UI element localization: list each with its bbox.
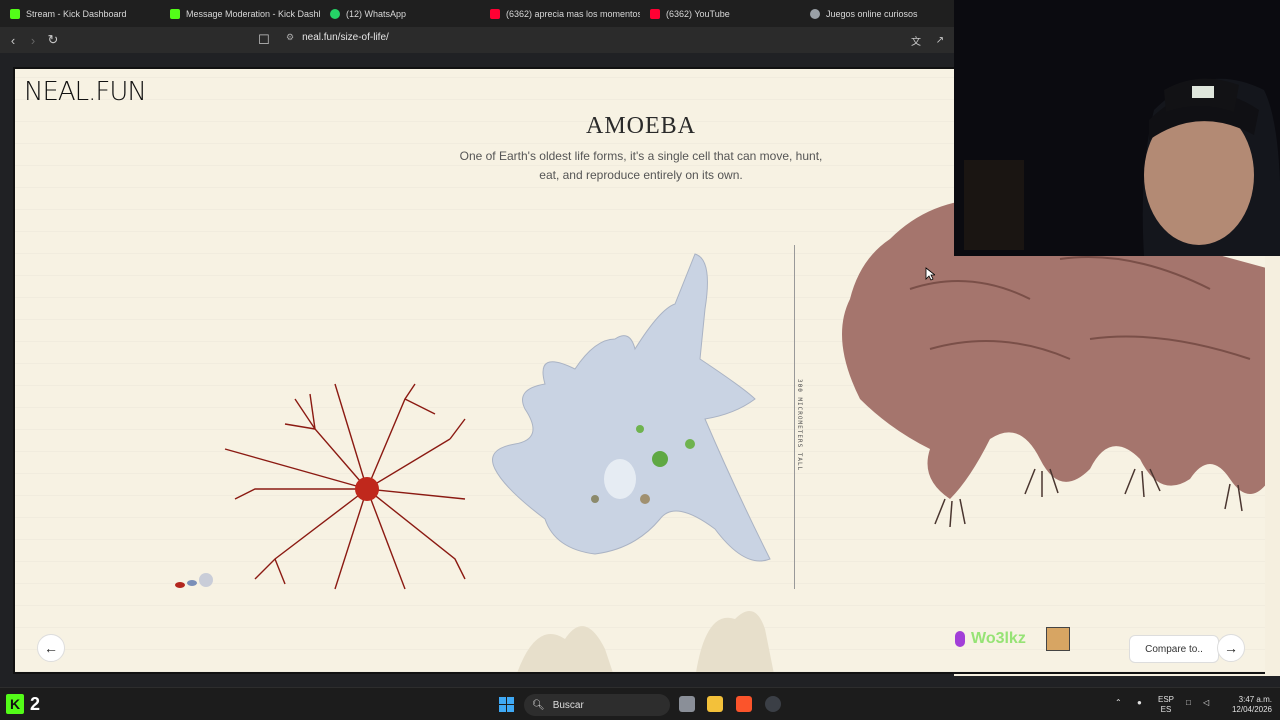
site-logo[interactable]: NEAL.FUN — [24, 77, 147, 107]
taskbar-search[interactable]: 🔍︎ Buscar — [524, 694, 670, 716]
youtube-icon — [650, 8, 660, 19]
tab-whatsapp[interactable]: (12) WhatsApp — [320, 0, 480, 27]
windows-start-icon[interactable] — [499, 697, 514, 712]
microphone-icon — [955, 631, 965, 647]
show-hidden-icons-icon[interactable]: ⌃ — [1115, 698, 1122, 708]
avatar — [1045, 627, 1070, 651]
clock[interactable]: 3:47 a.m. 12/04/2026 — [1222, 695, 1272, 715]
tab-stream-dashboard[interactable]: Stream - Kick Dashboard — [0, 0, 160, 27]
webcam-feed — [954, 0, 1280, 256]
compare-to-button[interactable]: Compare to.. — [1129, 635, 1219, 663]
previous-button[interactable]: ← — [37, 634, 65, 662]
file-explorer-icon[interactable] — [707, 696, 723, 712]
address-bar: ‹ › ↻ ☐ ⚙ neal.fun/size-of-life/ 文 ↗ — [0, 27, 954, 53]
organism-description: One of Earth's oldest life forms, it's a… — [459, 149, 823, 182]
app-icon[interactable] — [765, 696, 781, 712]
os-taskbar: K 2 🔍︎ Buscar ⌃ ● ESP ES □ ◁ 3:47 a.m. 1… — [0, 687, 1280, 720]
arrow-right-icon: → — [1224, 640, 1238, 656]
background-silhouettes — [517, 611, 774, 672]
search-icon: 🔍︎ — [532, 699, 545, 711]
microphone-tray-icon[interactable]: ● — [1137, 698, 1142, 708]
reload-icon[interactable]: ↻ — [43, 30, 63, 50]
scale-label: 300 MICROMETERS TALL — [796, 379, 803, 472]
tab-youtube[interactable]: (6362) YouTube — [640, 0, 800, 27]
webcam-person-image — [954, 0, 1280, 256]
url-field[interactable]: ⚙ neal.fun/size-of-life/ — [286, 32, 389, 43]
tiny-cells-illustration — [175, 573, 213, 588]
tab-juegos-online[interactable]: Juegos online curiosos — [800, 0, 950, 27]
whatsapp-icon — [330, 8, 340, 19]
tab-youtube-video[interactable]: (6362) aprecia mas los momentos n — [480, 0, 640, 27]
network-icon[interactable]: □ — [1186, 698, 1191, 708]
share-icon[interactable]: ↗ — [930, 30, 950, 50]
translate-icon[interactable]: 文 — [906, 30, 926, 50]
back-icon[interactable]: ‹ — [3, 30, 23, 50]
next-button[interactable]: → — [1217, 634, 1245, 662]
tab-message-moderation[interactable]: Message Moderation - Kick Dashbo — [160, 0, 320, 27]
scale-line — [794, 245, 795, 589]
task-view-icon[interactable] — [679, 696, 695, 712]
amoeba-illustration — [492, 253, 771, 562]
forward-icon[interactable]: › — [23, 30, 43, 50]
mouse-cursor-icon — [925, 267, 935, 281]
site-info-icon[interactable]: ⚙ — [286, 32, 294, 43]
youtube-icon — [490, 8, 500, 19]
stream-overlay: Wo3lkz — [955, 627, 1070, 651]
brave-browser-icon[interactable] — [736, 696, 752, 712]
neuron-illustration — [224, 383, 466, 590]
kick-icon[interactable]: K — [6, 694, 24, 714]
arrow-left-icon: ← — [44, 640, 58, 656]
kick-icon — [10, 8, 20, 19]
bookmark-icon[interactable]: ☐ — [254, 30, 274, 50]
kick-icon — [170, 8, 180, 19]
overlay-username: Wo3lkz — [971, 630, 1026, 647]
kick-count: 2 — [30, 694, 41, 714]
language-indicator[interactable]: ESP ES — [1158, 695, 1174, 715]
globe-icon — [810, 8, 820, 19]
volume-icon[interactable]: ◁ — [1203, 698, 1209, 708]
